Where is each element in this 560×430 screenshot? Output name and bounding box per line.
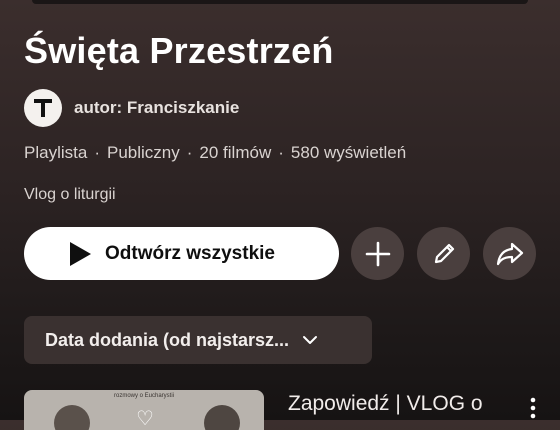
thumbnail-person — [54, 405, 90, 430]
play-all-label: Odtwórz wszystkie — [105, 242, 275, 264]
sort-selected-label: Data dodania (od najstarsz... — [45, 329, 290, 350]
more-options-icon[interactable] — [528, 396, 538, 420]
meta-separator: · — [94, 143, 100, 162]
plus-icon — [365, 241, 390, 266]
author-row[interactable]: autor: Franciszkanie — [24, 88, 239, 128]
play-icon — [70, 241, 91, 266]
share-arrow-icon — [496, 242, 523, 265]
thumbnail-caption: rozmowy o Eucharystii — [114, 393, 175, 399]
sort-dropdown[interactable]: Data dodania (od najstarsz... — [24, 316, 372, 364]
edit-button[interactable] — [417, 227, 470, 280]
playlist-title: Święta Przestrzeń — [24, 30, 334, 71]
chevron-down-icon — [303, 336, 318, 344]
channel-avatar[interactable] — [24, 89, 62, 127]
video-thumbnail[interactable]: rozmowy o Eucharystii ♡ — [24, 390, 264, 430]
meta-visibility: Publiczny — [106, 143, 180, 162]
previous-card-edge — [32, 0, 528, 4]
playlist-meta: Playlista · Publiczny · 20 filmów · 580 wyświe… — [24, 143, 406, 163]
channel-logo-icon — [34, 99, 52, 117]
meta-type: Playlista — [24, 143, 88, 162]
heart-icon: ♡ — [136, 408, 154, 430]
author-name[interactable]: autor: Franciszkanie — [74, 98, 239, 118]
pencil-icon — [434, 243, 454, 263]
share-button[interactable] — [483, 227, 536, 280]
meta-separator: · — [186, 143, 193, 162]
meta-view-count: 580 wyświetleń — [290, 143, 407, 162]
meta-video-count: 20 filmów — [199, 143, 272, 162]
play-all-button[interactable]: Odtwórz wszystkie — [24, 227, 339, 280]
add-to-library-button[interactable] — [351, 227, 404, 280]
thumbnail-person — [204, 405, 240, 430]
playlist-description: Vlog o liturgii — [24, 186, 116, 203]
meta-separator: · — [278, 143, 284, 162]
video-title[interactable]: Zapowiedź | VLOG o — [288, 392, 483, 416]
